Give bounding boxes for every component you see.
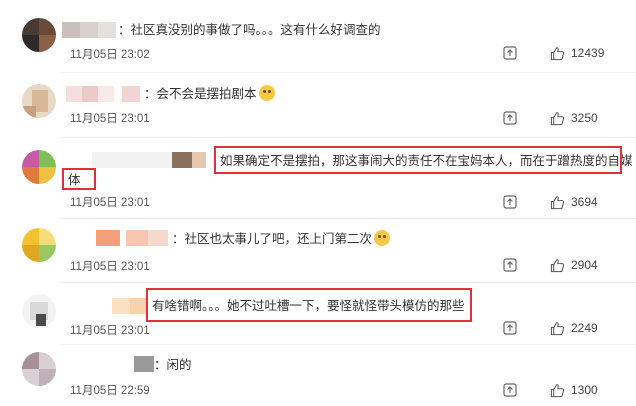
thumbs-up-icon: [550, 195, 565, 209]
divider: [60, 344, 636, 345]
avatar[interactable]: [22, 352, 56, 386]
highlight-box: [62, 168, 96, 190]
like-button[interactable]: 1300: [550, 381, 598, 399]
username-mosaic[interactable]: [134, 356, 154, 372]
divider: [60, 137, 636, 138]
like-button[interactable]: 12439: [550, 44, 604, 62]
thumbs-up-icon: [550, 383, 565, 397]
avatar[interactable]: [22, 18, 56, 52]
username-mosaic[interactable]: [66, 86, 142, 102]
comment-time: 11月05日 23:01: [70, 261, 150, 273]
like-count: 3694: [571, 195, 598, 209]
thumbs-up-icon: [550, 321, 565, 335]
comment-text: ：社区真没别的事做了吗。。。这有什么好调查的: [118, 23, 381, 37]
share-icon[interactable]: [503, 46, 517, 60]
thumbs-up-icon: [550, 46, 565, 60]
comment-time: 11月05日 23:01: [70, 113, 150, 125]
share-icon[interactable]: [503, 258, 517, 272]
crying-face-emoji-icon: [258, 85, 275, 101]
like-count: 2249: [571, 321, 598, 335]
like-count: 3250: [571, 111, 598, 125]
like-button[interactable]: 2249: [550, 319, 598, 337]
like-button[interactable]: 2904: [550, 256, 598, 274]
avatar[interactable]: [22, 294, 56, 328]
avatar[interactable]: [22, 150, 56, 184]
comment-time: 11月05日 23:02: [70, 49, 150, 61]
username-mosaic[interactable]: [96, 230, 168, 246]
like-count: 2904: [571, 258, 598, 272]
crying-face-emoji-icon: [374, 230, 391, 246]
highlight-box: [214, 146, 622, 174]
divider: [60, 72, 636, 73]
divider: [60, 218, 636, 219]
highlight-box: [146, 288, 472, 322]
share-icon[interactable]: [503, 195, 517, 209]
comment-time: 11月05日 23:01: [70, 197, 150, 209]
share-icon[interactable]: [503, 321, 517, 335]
like-count: 12439: [571, 46, 605, 60]
divider: [60, 282, 636, 283]
share-icon[interactable]: [503, 383, 517, 397]
thumbs-up-icon: [550, 258, 565, 272]
username-mosaic[interactable]: [92, 152, 212, 168]
comment-text-body: ：会不会是摆拍剧本: [144, 87, 257, 101]
avatar[interactable]: [22, 84, 56, 118]
comment-text: ：社区也太事儿了吧，还上门第二次: [172, 230, 391, 248]
like-count: 1300: [571, 383, 598, 397]
username-mosaic[interactable]: [62, 22, 116, 38]
comment-text: ：会不会是摆拍剧本: [144, 85, 275, 103]
comment-time: 11月05日 22:59: [70, 385, 150, 397]
share-icon[interactable]: [503, 111, 517, 125]
like-button[interactable]: 3250: [550, 109, 598, 127]
like-button[interactable]: 3694: [550, 193, 598, 211]
username-mosaic[interactable]: [112, 298, 146, 314]
comment-time: 11月05日 23:01: [70, 325, 150, 337]
comment-text-body: ：社区也太事儿了吧，还上门第二次: [172, 232, 373, 246]
comment-text: ：闲的: [154, 358, 192, 372]
avatar[interactable]: [22, 228, 56, 262]
thumbs-up-icon: [550, 111, 565, 125]
